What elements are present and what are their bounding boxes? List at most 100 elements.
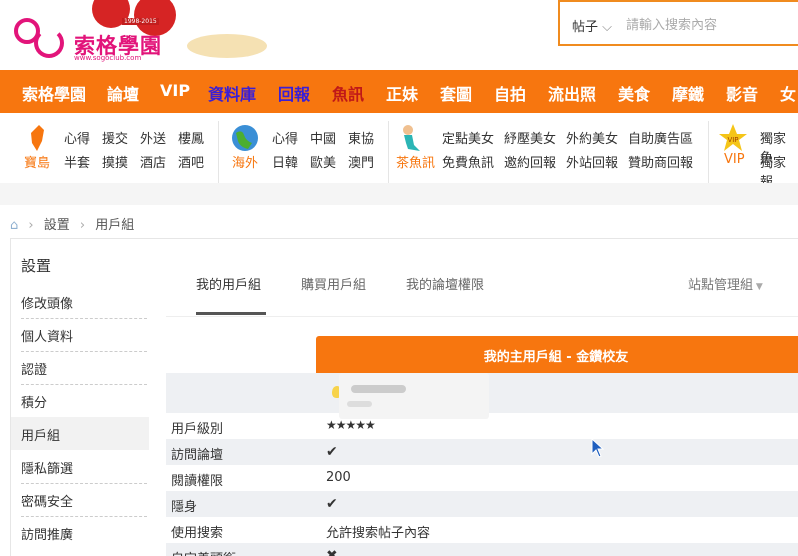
subnav-link[interactable]: 酒店 [140, 152, 166, 171]
nav-item[interactable]: 魚訊 [332, 81, 364, 105]
divider [218, 121, 219, 183]
table-row: 使用搜索 允許搜索帖子內容 [166, 517, 798, 543]
mouse-cursor-icon [591, 438, 605, 458]
subnav-section-taiwan: 寶島 心得 援交 外送 樓鳳 半套 摸摸 酒店 酒吧 [22, 123, 217, 183]
site-header: 1998-2015 索格學園 www.sogoclub.com 帖子 ⌵ [0, 0, 798, 70]
subnav-section-label[interactable]: 茶魚訊 [396, 152, 435, 171]
search-box: 帖子 ⌵ [558, 0, 798, 46]
subnav-link[interactable]: 邀約回報 [504, 152, 556, 171]
breadcrumb-item[interactable]: 設置 [44, 218, 70, 233]
subnav-link[interactable]: 日韓 [272, 152, 298, 171]
nav-item[interactable]: 影音 [726, 81, 758, 105]
subnav-link[interactable]: 摸摸 [102, 152, 128, 171]
cloud-icon [187, 34, 267, 58]
subnav-link[interactable]: 紓壓美女 [504, 128, 556, 147]
subnav-section-label[interactable]: 寶島 [24, 152, 50, 171]
cross-icon: ✖ [326, 548, 338, 556]
subnav-link[interactable]: 獨家報 [760, 152, 798, 183]
check-icon: ✔ [326, 496, 338, 512]
check-icon: ✔ [326, 444, 338, 460]
row-value: 允許搜索帖子內容 [326, 526, 431, 541]
row-label: 用戶級別 [171, 422, 224, 437]
row-label: 閱讀權限 [171, 474, 224, 489]
nav-item[interactable]: 資料庫 [208, 81, 256, 105]
subnav-section-vip: VIP VIP 獨家魚 獨家報 [718, 123, 798, 183]
subnav-section-label[interactable]: 海外 [232, 152, 258, 171]
spacer-strip [0, 183, 798, 205]
table-row: 訪問論壇 ✔ [166, 439, 798, 465]
search-type-select[interactable]: 帖子 ⌵ [572, 16, 612, 35]
breadcrumb-separator: › [28, 218, 34, 233]
subnav-section-fish: 茶魚訊 定點美女 紓壓美女 外約美女 自助廣告區 免費魚訊 邀約回報 外站回報 … [396, 123, 706, 183]
logo-g-shape [34, 28, 64, 58]
main-nav: 索格學園 論壇 VIP 資料庫 回報 魚訊 正妹 套圖 自拍 流出照 美食 摩鐵 影音女 [0, 70, 798, 113]
table-row: 隱身 ✔ [166, 491, 798, 517]
nav-item[interactable]: 女 [780, 81, 796, 105]
vip-star-icon: VIP [719, 124, 747, 151]
nav-item[interactable]: 索格學園 [22, 81, 86, 105]
site-logo[interactable]: 1998-2015 索格學園 www.sogoclub.com [12, 0, 272, 66]
subnav-section-overseas: 海外 心得 中國 東協 日韓 歐美 澳門 [230, 123, 390, 183]
taiwan-map-icon [31, 125, 44, 151]
subnav-link[interactable]: 東協 [348, 128, 374, 147]
site-admin-dropdown[interactable]: 站點管理組 ▼ [688, 274, 763, 293]
nav-item[interactable]: 正妹 [386, 81, 418, 105]
sidebar-item-verify[interactable]: 認證 [21, 351, 147, 384]
chevron-down-icon: ⌵ [598, 20, 613, 35]
nav-item[interactable]: 論壇 [107, 81, 139, 105]
divider [708, 121, 709, 183]
tab-forum-permissions[interactable]: 我的論壇權限 [406, 274, 484, 293]
subnav-link[interactable]: 歐美 [310, 152, 336, 171]
subnav-section-label[interactable]: VIP [724, 152, 745, 167]
svg-text:VIP: VIP [727, 136, 738, 144]
sidebar-item-profile[interactable]: 個人資料 [21, 318, 147, 351]
row-label: 隱身 [171, 500, 198, 515]
breadcrumb: ⌂ › 設置 › 用戶組 [10, 214, 140, 233]
nav-item[interactable]: 回報 [278, 81, 310, 105]
tab-my-usergroup[interactable]: 我的用戶組 [196, 274, 261, 293]
subnav-link[interactable]: 心得 [64, 128, 90, 147]
search-input[interactable] [626, 14, 796, 36]
home-icon[interactable]: ⌂ [10, 218, 18, 233]
globe-icon [232, 125, 258, 151]
subnav-link[interactable]: 外約美女 [566, 128, 618, 147]
subnav-link[interactable]: 半套 [64, 152, 90, 171]
nav-item[interactable]: 流出照 [548, 81, 596, 105]
main-usergroup-banner: 我的主用戶組 - 金鑽校友 [316, 336, 798, 373]
table-row: 自定義頭銜 ✖ [166, 543, 798, 556]
subnav-link[interactable]: 援交 [102, 128, 128, 147]
sidebar-item-usergroup[interactable]: 用戶組 [11, 417, 149, 450]
subnav-link[interactable]: 自助廣告區 [628, 128, 693, 147]
sidebar-item-password[interactable]: 密碼安全 [21, 483, 147, 516]
sidebar-item-credits[interactable]: 積分 [21, 384, 147, 417]
star-rating: ★★★★★ [326, 418, 376, 432]
nav-item[interactable]: 摩鐵 [672, 81, 704, 105]
subnav-link[interactable]: 定點美女 [442, 128, 494, 147]
sub-nav: 寶島 心得 援交 外送 樓鳳 半套 摸摸 酒店 酒吧 海外 心得 中國 東協 日… [0, 113, 798, 183]
subnav-link[interactable]: 樓鳳 [178, 128, 204, 147]
nav-item[interactable]: 美食 [618, 81, 650, 105]
nav-item[interactable]: VIP [160, 81, 190, 100]
nav-item[interactable]: 套圖 [440, 81, 472, 105]
nav-item[interactable]: 自拍 [494, 81, 526, 105]
subnav-link[interactable]: 外站回報 [566, 152, 618, 171]
subnav-link[interactable]: 外送 [140, 128, 166, 147]
settings-panel: 設置 修改頭像 個人資料 認證 積分 用戶組 隱私篩選 密碼安全 訪問推廣 我的… [10, 238, 798, 556]
settings-sidebar: 設置 修改頭像 個人資料 認證 積分 用戶組 隱私篩選 密碼安全 訪問推廣 [11, 239, 149, 556]
sidebar-item-avatar[interactable]: 修改頭像 [21, 285, 147, 318]
usergroup-tabs: 我的用戶組 購買用戶組 我的論壇權限 站點管理組 ▼ [166, 239, 798, 317]
logo-year: 1998-2015 [122, 18, 159, 25]
tab-buy-usergroup[interactable]: 購買用戶組 [301, 274, 366, 293]
subnav-link[interactable]: 酒吧 [178, 152, 204, 171]
breadcrumb-separator: › [79, 218, 86, 233]
breadcrumb-item[interactable]: 用戶組 [95, 218, 134, 233]
subnav-link[interactable]: 免費魚訊 [442, 152, 494, 171]
subnav-link[interactable]: 心得 [272, 128, 298, 147]
sidebar-item-promotion[interactable]: 訪問推廣 [21, 516, 147, 549]
caret-down-icon: ▼ [753, 282, 763, 292]
subnav-link[interactable]: 中國 [310, 128, 336, 147]
sidebar-item-privacy[interactable]: 隱私篩選 [21, 450, 147, 483]
subnav-link[interactable]: 澳門 [348, 152, 374, 171]
row-label: 訪問論壇 [171, 448, 224, 463]
subnav-link[interactable]: 贊助商回報 [628, 152, 693, 171]
